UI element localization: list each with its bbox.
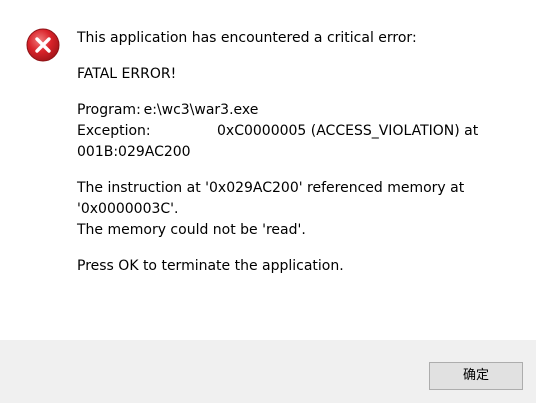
exception-label: Exception: [77,123,151,139]
memory-read-line: The memory could not be 'read'. [77,222,306,238]
ok-button[interactable]: 确定 [429,362,523,390]
instruction-line-1: The instruction at '0x029AC200' referenc… [77,180,465,196]
program-text: Program: e:\wc3\war3.exe [77,102,259,118]
exception-row: Exception: 0xC0000005 (ACCESS_VIOLATION) … [77,121,522,142]
header-text: This application has encountered a criti… [77,30,417,46]
error-message-area: This application has encountered a criti… [77,28,522,277]
dialog-content: This application has encountered a criti… [0,0,536,340]
instruction-line-2: '0x0000003C'. [77,201,179,217]
error-icon [26,28,60,62]
exception-value: 0xC0000005 (ACCESS_VIOLATION) at [217,123,479,139]
error-dialog: This application has encountered a criti… [0,0,536,403]
fatal-error-text: FATAL ERROR! [77,66,177,82]
button-bar: 确定 [0,340,536,403]
exception-address: 001B:029AC200 [77,144,191,160]
press-ok-text: Press OK to terminate the application. [77,258,344,274]
